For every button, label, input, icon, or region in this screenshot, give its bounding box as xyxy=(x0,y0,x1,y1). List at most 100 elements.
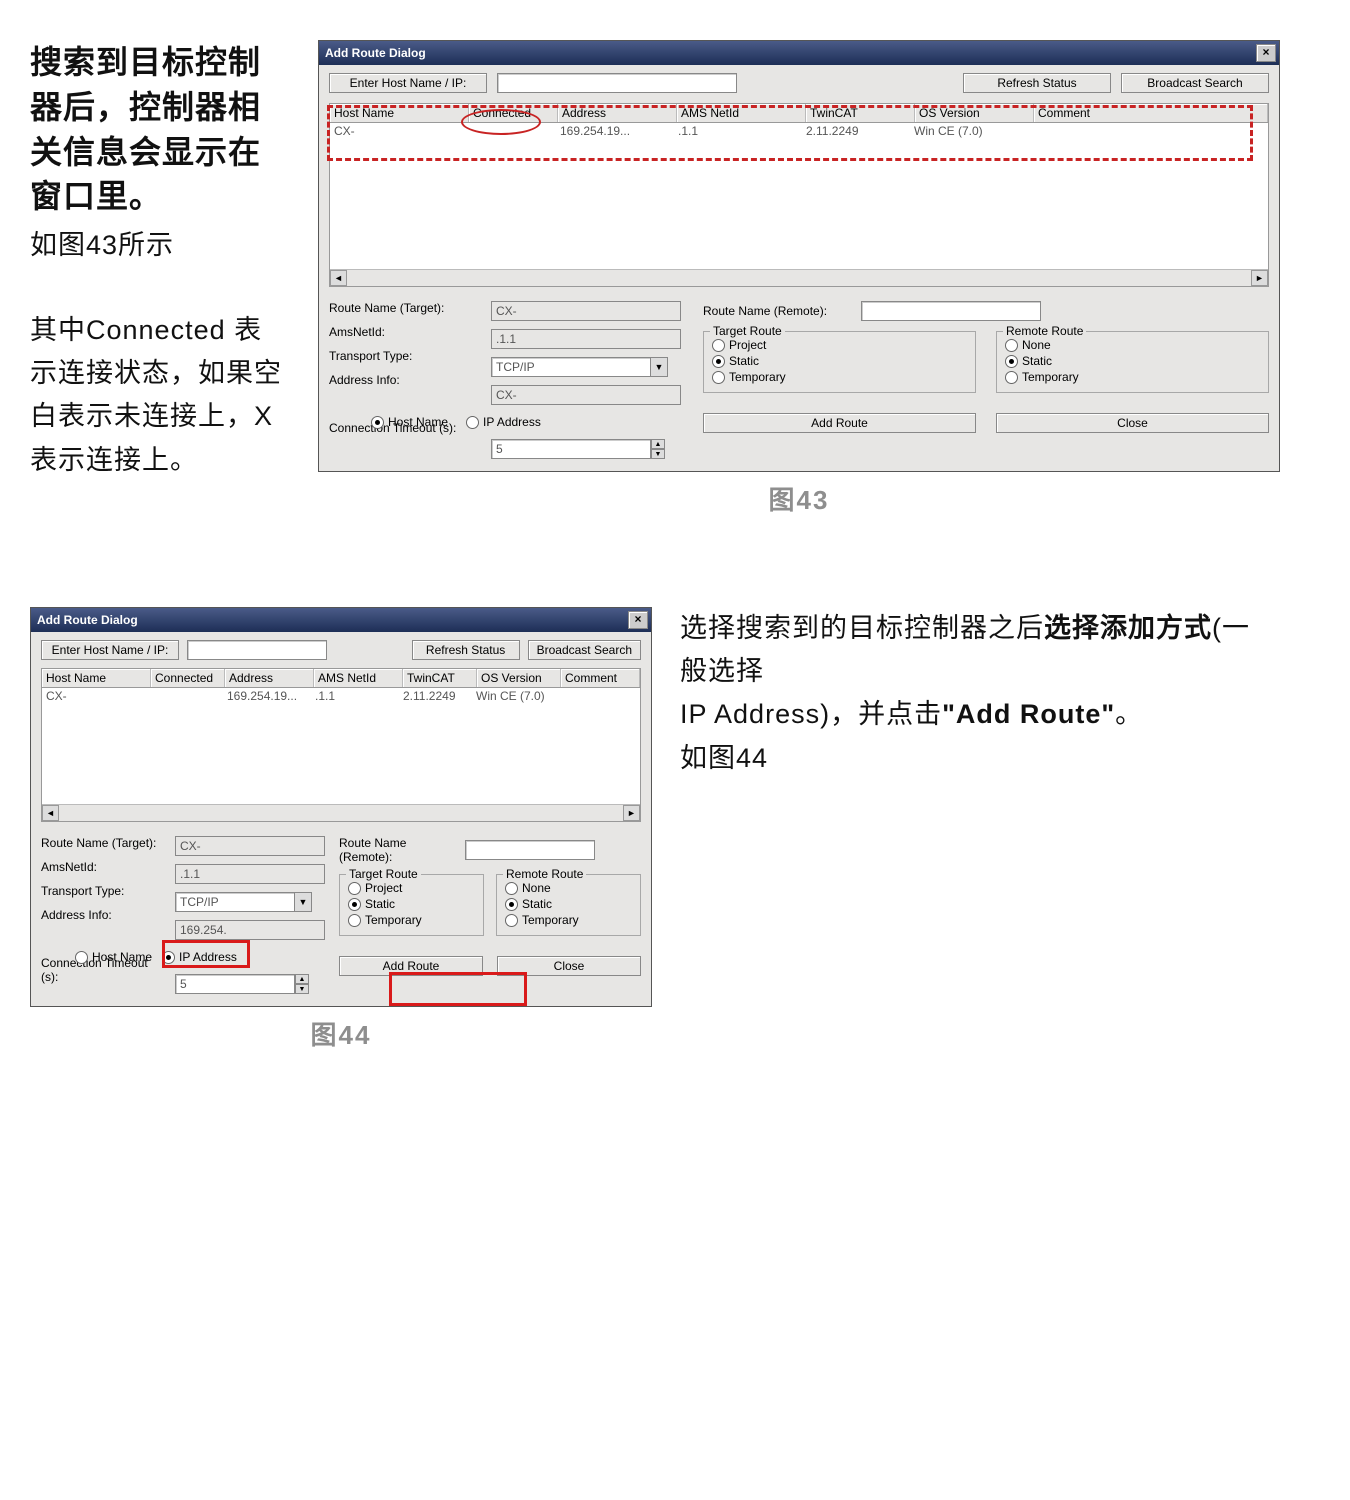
cell-addr: 169.254.19... xyxy=(556,123,674,139)
cell-twin-44: 2.11.2249 xyxy=(399,688,472,704)
lbl-target-temp-44: Temporary xyxy=(365,913,422,927)
radio-ipaddress-44[interactable] xyxy=(162,951,175,964)
lbl-remote-static: Static xyxy=(1022,354,1052,368)
enter-host-ip-button-44[interactable]: Enter Host Name / IP: xyxy=(41,640,179,660)
grid-row-44[interactable]: CX- 169.254.19... .1.1 2.11.2249 Win CE … xyxy=(42,688,640,704)
refresh-status-button[interactable]: Refresh Status xyxy=(963,73,1111,93)
radio-remote-none[interactable] xyxy=(1005,339,1018,352)
col-os-44[interactable]: OS Version xyxy=(477,669,561,687)
close-icon[interactable]: × xyxy=(1256,44,1276,62)
cell-conn xyxy=(468,123,556,139)
col-ams[interactable]: AMS NetId xyxy=(677,104,806,122)
radio-ipaddress[interactable] xyxy=(466,416,479,429)
scroll-left-icon[interactable]: ◄ xyxy=(330,270,347,286)
target-route-group-44: Target Route xyxy=(346,867,421,881)
radio-hostname[interactable] xyxy=(371,416,384,429)
col-connected[interactable]: Connected xyxy=(469,104,558,122)
col-twincat[interactable]: TwinCAT xyxy=(806,104,915,122)
lbl-radio-hostname: Host Name xyxy=(388,415,448,429)
spin-down-icon-44[interactable]: ▼ xyxy=(295,984,309,994)
lbl-route-remote-44: Route Name (Remote): xyxy=(339,836,459,864)
grid-row[interactable]: CX- 169.254.19... .1.1 2.11.2249 Win CE … xyxy=(330,123,1268,139)
addrinfo-input[interactable]: CX- xyxy=(491,385,681,405)
hosts-grid[interactable]: Host Name Connected Address AMS NetId Tw… xyxy=(329,103,1269,287)
close-button-44[interactable]: Close xyxy=(497,956,641,976)
radio-remote-temporary[interactable] xyxy=(1005,371,1018,384)
host-ip-input[interactable] xyxy=(497,73,737,93)
host-ip-input-44[interactable] xyxy=(187,640,327,660)
spin-up-icon[interactable]: ▲ xyxy=(651,439,665,449)
timeout-input-44[interactable]: 5 xyxy=(175,974,295,994)
route-target-input[interactable]: CX- xyxy=(491,301,681,321)
remote-route-group: Remote Route xyxy=(1003,324,1086,338)
route-target-input-44[interactable]: CX- xyxy=(175,836,325,856)
broadcast-search-button-44[interactable]: Broadcast Search xyxy=(528,640,641,660)
col-comment-44[interactable]: Comment xyxy=(561,669,640,687)
enter-host-ip-button[interactable]: Enter Host Name / IP: xyxy=(329,73,487,93)
lbl-remote-none: None xyxy=(1022,338,1051,352)
col-os[interactable]: OS Version xyxy=(915,104,1034,122)
amsnetid-input-44[interactable]: .1.1 xyxy=(175,864,325,884)
broadcast-search-button[interactable]: Broadcast Search xyxy=(1121,73,1269,93)
radio-target-temporary-44[interactable] xyxy=(348,914,361,927)
transport-select[interactable]: TCP/IP xyxy=(491,357,651,377)
target-route-group: Target Route xyxy=(710,324,785,338)
lbl-addrinfo-44: Address Info: xyxy=(41,908,161,922)
col-connected-44[interactable]: Connected xyxy=(151,669,225,687)
scroll-right-icon[interactable]: ► xyxy=(1251,270,1268,286)
caption-fig43: 图43 xyxy=(318,480,1280,517)
radio-target-static[interactable] xyxy=(712,355,725,368)
refresh-status-button-44[interactable]: Refresh Status xyxy=(412,640,520,660)
col-hostname-44[interactable]: Host Name xyxy=(42,669,151,687)
lbl-target-project-44: Project xyxy=(365,881,402,895)
scroll-left-icon-44[interactable]: ◄ xyxy=(42,805,59,821)
route-remote-input-44[interactable] xyxy=(465,840,595,860)
col-address-44[interactable]: Address xyxy=(225,669,314,687)
chevron-down-icon-44[interactable]: ▼ xyxy=(295,892,312,912)
lbl-target-static: Static xyxy=(729,354,759,368)
lbl-transport-44: Transport Type: xyxy=(41,884,161,898)
add-route-button-44[interactable]: Add Route xyxy=(339,956,483,976)
addrinfo-input-44[interactable]: 169.254. xyxy=(175,920,325,940)
lbl-amsnetid: AmsNetId: xyxy=(329,325,469,339)
close-button[interactable]: Close xyxy=(996,413,1269,433)
radio-target-project-44[interactable] xyxy=(348,882,361,895)
col-address[interactable]: Address xyxy=(558,104,677,122)
radio-target-static-44[interactable] xyxy=(348,898,361,911)
h-scrollbar-44[interactable]: ◄ ► xyxy=(42,804,640,821)
close-icon-44[interactable]: × xyxy=(628,611,648,629)
cell-host-44: CX- xyxy=(42,688,150,704)
lbl-radio-hostname-44: Host Name xyxy=(92,950,152,964)
radio-remote-static-44[interactable] xyxy=(505,898,518,911)
radio-remote-static[interactable] xyxy=(1005,355,1018,368)
dialog-fig43: Add Route Dialog × Enter Host Name / IP:… xyxy=(318,40,1280,472)
col-comment[interactable]: Comment xyxy=(1034,104,1268,122)
chevron-down-icon[interactable]: ▼ xyxy=(651,357,668,377)
radio-remote-none-44[interactable] xyxy=(505,882,518,895)
radio-target-project[interactable] xyxy=(712,339,725,352)
cell-comment-44 xyxy=(555,688,640,704)
spin-down-icon[interactable]: ▼ xyxy=(651,449,665,459)
cell-ams: .1.1 xyxy=(674,123,802,139)
lbl-target-static-44: Static xyxy=(365,897,395,911)
radio-remote-temporary-44[interactable] xyxy=(505,914,518,927)
route-remote-input[interactable] xyxy=(861,301,1041,321)
transport-select-44[interactable]: TCP/IP xyxy=(175,892,295,912)
dialog-title-44: Add Route Dialog xyxy=(37,613,138,627)
h-scrollbar[interactable]: ◄ ► xyxy=(330,269,1268,286)
spin-up-icon-44[interactable]: ▲ xyxy=(295,974,309,984)
lbl-route-target: Route Name (Target): xyxy=(329,301,469,315)
radio-hostname-44[interactable] xyxy=(75,951,88,964)
col-ams-44[interactable]: AMS NetId xyxy=(314,669,403,687)
add-route-button[interactable]: Add Route xyxy=(703,413,976,433)
lbl-addrinfo: Address Info: xyxy=(329,373,469,387)
scroll-right-icon-44[interactable]: ► xyxy=(623,805,640,821)
amsnetid-input[interactable]: .1.1 xyxy=(491,329,681,349)
col-hostname[interactable]: Host Name xyxy=(330,104,469,122)
timeout-input[interactable]: 5 xyxy=(491,439,651,459)
radio-target-temporary[interactable] xyxy=(712,371,725,384)
hosts-grid-44[interactable]: Host Name Connected Address AMS NetId Tw… xyxy=(41,668,641,822)
lbl-route-remote: Route Name (Remote): xyxy=(703,304,853,318)
fig43-heading: 搜索到目标控制器后，控制器相关信息会显示在窗口里。 xyxy=(30,40,290,219)
col-twincat-44[interactable]: TwinCAT xyxy=(403,669,477,687)
